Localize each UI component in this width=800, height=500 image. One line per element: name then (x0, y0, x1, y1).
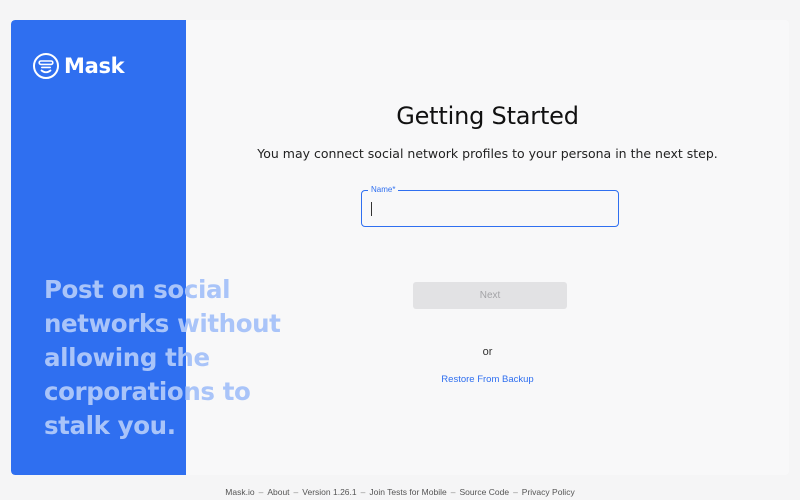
footer-link-about[interactable]: About (267, 487, 289, 497)
footer-separator: – (450, 487, 456, 497)
footer-separator: – (513, 487, 518, 497)
name-field-label: Name* (368, 185, 399, 195)
footer: Mask.io – About – Version 1.26.1– Join Tests … (0, 487, 800, 497)
page: Mask Post on social networks without all… (0, 0, 800, 500)
name-field-label-text: Name (371, 185, 393, 194)
mask-face-icon (33, 53, 59, 79)
footer-separator: – (360, 487, 366, 497)
brand-logo[interactable]: Mask (33, 53, 125, 79)
footer-link-mask-io[interactable]: Mask.io (225, 487, 254, 497)
page-subtitle: You may connect social network profiles … (257, 146, 718, 161)
name-field[interactable]: Name* (361, 185, 619, 227)
page-title: Getting Started (396, 102, 579, 130)
sidebar-tagline: Post on social networks without allowing… (44, 275, 281, 440)
footer-separator: – (258, 487, 264, 497)
required-mark: * (392, 185, 396, 194)
footer-link-version[interactable]: Version 1.26.1 (302, 487, 356, 497)
brand-name: Mask (64, 54, 125, 78)
text-caret (371, 202, 372, 216)
footer-separator: – (293, 487, 299, 497)
setup-card: Mask Post on social networks without all… (11, 20, 789, 475)
footer-link-join-tests[interactable]: Join Tests for Mobile (369, 487, 446, 497)
footer-link-privacy-policy[interactable]: Privacy Policy (522, 487, 575, 497)
footer-link-source-code[interactable]: Source Code (459, 487, 509, 497)
name-input[interactable] (370, 199, 606, 217)
next-button[interactable]: Next (413, 282, 567, 309)
